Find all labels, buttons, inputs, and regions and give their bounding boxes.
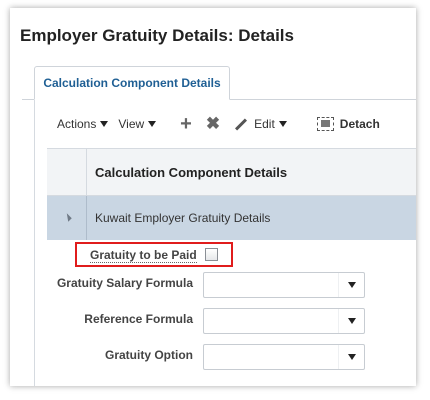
dropdown-caret-icon[interactable] [338,273,364,297]
content-panel: Actions View + ✖ Edit Detach Calculation… [34,100,416,386]
view-label: View [118,117,145,131]
delete-icon[interactable]: ✖ [206,114,220,134]
reference-formula-row: Reference Formula [35,308,416,334]
dropdown-caret-icon[interactable] [338,309,364,333]
gratuity-salary-formula-row: Gratuity Salary Formula [35,272,416,298]
gratuity-salary-formula-select[interactable] [203,272,365,298]
gratuity-to-be-paid-label: Gratuity to be Paid [90,248,197,263]
toolbar: Actions View + ✖ Edit Detach [35,100,416,148]
tab-calculation-component-details[interactable]: Calculation Component Details [34,66,230,100]
expand-triangle-icon[interactable] [63,213,72,222]
dropdown-caret-icon[interactable] [338,345,364,369]
pencil-icon [235,117,248,131]
gratuity-option-select[interactable] [203,344,365,370]
detach-label: Detach [339,117,380,131]
table-cell: Kuwait Employer Gratuity Details [95,211,271,225]
dialog-frame: Employer Gratuity Details: Details Calcu… [10,8,416,386]
row-header-spacer [47,149,87,195]
column-header[interactable]: Calculation Component Details [95,149,287,195]
chevron-down-icon [148,121,157,127]
calculation-components-table: Calculation Component Details Kuwait Emp… [47,148,416,240]
gratuity-option-label: Gratuity Option [105,348,193,362]
reference-formula-label: Reference Formula [84,312,193,326]
gratuity-option-row: Gratuity Option [35,344,416,370]
table-header: Calculation Component Details [47,148,416,196]
reference-formula-select[interactable] [203,308,365,334]
page-title: Employer Gratuity Details: Details [20,26,294,45]
add-icon[interactable]: + [180,113,192,136]
chevron-down-icon [278,121,287,127]
chevron-down-icon [100,121,109,127]
table-row[interactable]: Kuwait Employer Gratuity Details [47,196,416,240]
actions-menu[interactable]: Actions [57,117,109,131]
detach-button[interactable]: Detach [316,117,380,131]
edit-menu[interactable]: Edit [234,117,287,131]
actions-label: Actions [57,117,97,131]
detach-icon [316,117,334,131]
view-menu[interactable]: View [118,117,157,131]
gratuity-to-be-paid-checkbox[interactable] [205,248,218,261]
gratuity-salary-formula-label: Gratuity Salary Formula [56,276,193,290]
tab-bar: Calculation Component Details [22,62,416,100]
gratuity-to-be-paid-row: Gratuity to be Paid [35,240,416,267]
highlight-box: Gratuity to be Paid [75,242,233,267]
row-selector[interactable] [47,196,87,240]
edit-label: Edit [254,117,275,131]
